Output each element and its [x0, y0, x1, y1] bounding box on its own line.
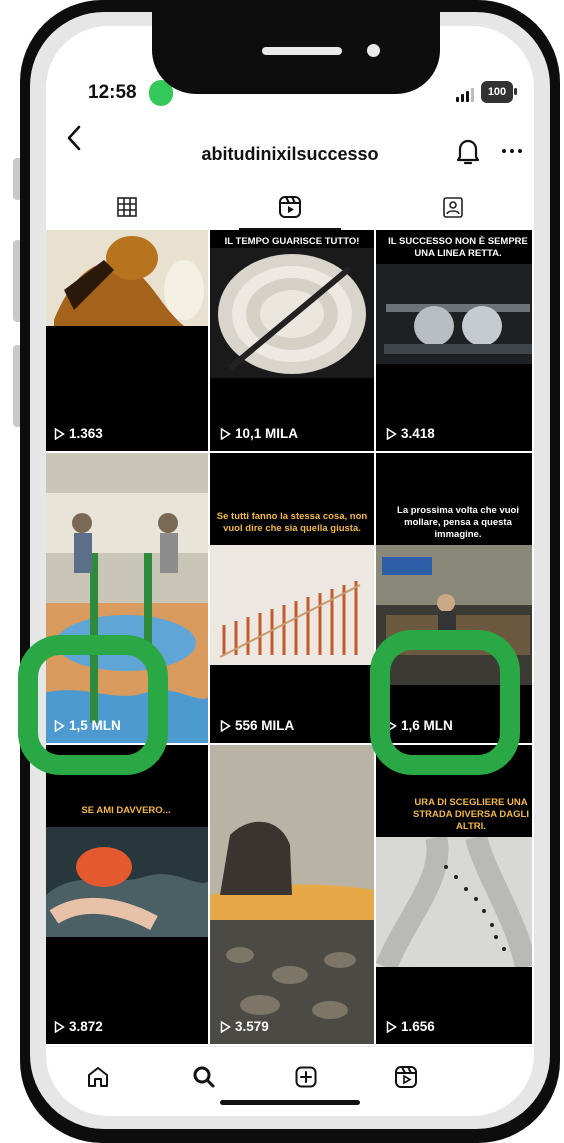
reel-caption: SE AMI DAVVERO...	[81, 805, 171, 816]
reel-tile[interactable]: 1.363	[46, 230, 208, 453]
nav-reels[interactable]	[386, 1057, 426, 1097]
play-icon	[220, 1020, 231, 1033]
reels-icon	[395, 1066, 417, 1088]
reel-caption: IL SUCCESSO NON È SEMPRE UNA LINEA RETTA…	[388, 236, 528, 259]
reel-thumbnail	[210, 745, 374, 1044]
play-icon	[220, 427, 231, 440]
tagged-icon	[442, 197, 463, 218]
more-options-button[interactable]	[501, 138, 531, 168]
view-count: 3.418	[386, 426, 435, 441]
reel-tile[interactable]: 3.579	[210, 745, 374, 1046]
view-count-label: 3.872	[69, 1019, 103, 1034]
view-count-label: 10,1 MILA	[235, 426, 299, 441]
tab-posts-grid[interactable]	[46, 184, 209, 230]
notch-speaker	[262, 47, 342, 55]
bell-icon	[456, 139, 480, 165]
tab-reels[interactable]	[209, 184, 372, 230]
nav-search[interactable]	[184, 1057, 224, 1097]
view-count-label: 3.418	[401, 426, 435, 441]
more-horizontal-icon	[502, 149, 522, 153]
reel-caption: Se tutti fanno la stessa cosa, non vuol …	[216, 511, 368, 534]
view-count-label: 1.363	[69, 426, 103, 441]
reel-caption: IL TEMPO GUARISCE TUTTO!	[224, 236, 360, 247]
reels-icon	[279, 196, 301, 218]
profile-tabs	[46, 184, 534, 230]
home-icon	[88, 1067, 108, 1087]
notifications-button[interactable]	[454, 136, 490, 172]
reel-tile[interactable]: IL SUCCESSO NON È SEMPRE UNA LINEA RETTA…	[376, 230, 532, 453]
view-count: 10,1 MILA	[220, 426, 298, 441]
view-count: 3.579	[220, 1019, 269, 1034]
reel-thumbnail	[376, 264, 532, 364]
signal-icon	[456, 88, 474, 102]
tab-tagged[interactable]	[371, 184, 534, 230]
reel-thumbnail	[46, 230, 208, 326]
nav-home[interactable]	[78, 1057, 118, 1097]
play-icon	[54, 427, 65, 440]
view-count-label: 3.579	[235, 1019, 269, 1034]
battery-tip	[514, 88, 517, 95]
play-icon	[220, 719, 231, 732]
view-count: 1.656	[386, 1019, 435, 1034]
view-count-label: 556 MILA	[235, 718, 295, 733]
bottom-navigation	[46, 1046, 534, 1116]
highlight-ring-right	[370, 630, 520, 775]
highlight-ring-left	[18, 635, 168, 775]
reel-caption: URA DI SCEGLIERE UNA STRADA DIVERSA DAGL…	[413, 797, 529, 832]
view-count: 1.363	[54, 426, 103, 441]
reel-thumbnail	[210, 248, 374, 378]
reel-tile[interactable]: IL TEMPO GUARISCE TUTTO! 10,1 MILA	[210, 230, 374, 453]
battery-icon: 100	[481, 81, 513, 103]
home-indicator	[220, 1100, 360, 1105]
phone-screen: 12:58 100 abitudinixilsuccesso 1.363 IL …	[46, 26, 534, 1116]
create-icon	[295, 1066, 317, 1088]
notch-camera	[367, 44, 380, 57]
reel-thumbnail	[46, 827, 208, 937]
reel-tile[interactable]: SE AMI DAVVERO... 3.872	[46, 745, 208, 1046]
reel-tile[interactable]: URA DI SCEGLIERE UNA STRADA DIVERSA DAGL…	[376, 745, 532, 1046]
grid-icon	[117, 197, 138, 217]
view-count: 556 MILA	[220, 718, 294, 733]
play-icon	[386, 427, 397, 440]
reel-thumbnail	[210, 545, 374, 665]
status-time: 12:58	[88, 82, 137, 103]
play-icon	[54, 1020, 65, 1033]
view-count-label: 1.656	[401, 1019, 435, 1034]
reel-tile[interactable]: Se tutti fanno la stessa cosa, non vuol …	[210, 453, 374, 745]
nav-create[interactable]	[286, 1057, 326, 1097]
play-icon	[386, 1020, 397, 1033]
search-icon	[193, 1066, 215, 1088]
view-count: 3.872	[54, 1019, 103, 1034]
reel-caption: La prossima volta che vuoi mollare, pens…	[397, 505, 519, 540]
reel-thumbnail	[376, 837, 532, 967]
